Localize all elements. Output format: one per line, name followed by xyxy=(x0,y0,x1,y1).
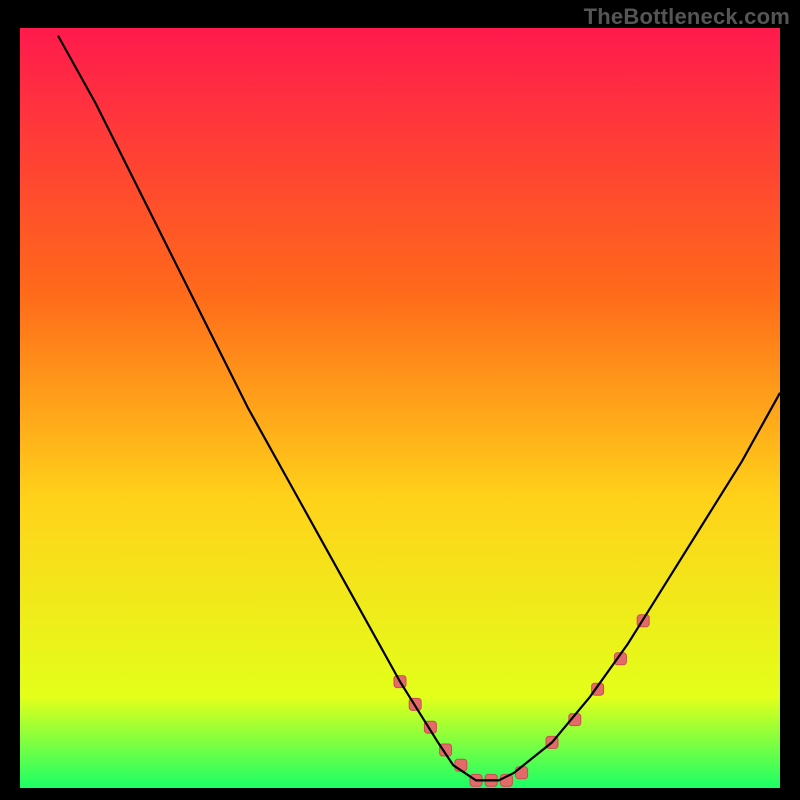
chart-frame: TheBottleneck.com xyxy=(0,0,800,800)
watermark-text: TheBottleneck.com xyxy=(584,4,790,30)
chart-svg xyxy=(20,28,780,788)
highlight-marker xyxy=(516,767,528,779)
plot-area xyxy=(20,28,780,788)
gradient-background xyxy=(20,28,780,788)
